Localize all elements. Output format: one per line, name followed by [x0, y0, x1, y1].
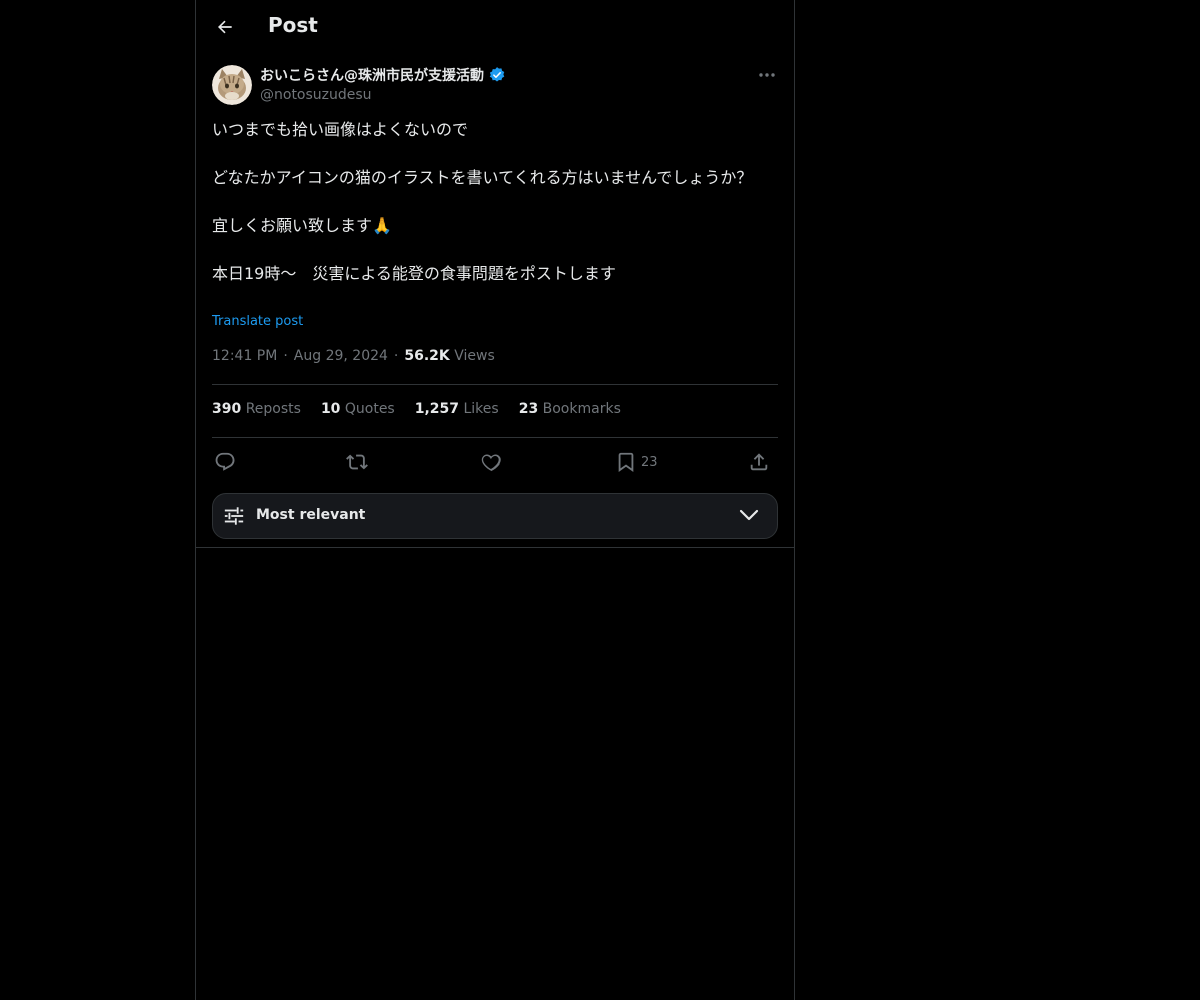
reposts-stat[interactable]: 390 Reposts	[212, 401, 301, 417]
likes-stat[interactable]: 1,257 Likes	[415, 401, 499, 417]
page-title: Post	[268, 13, 318, 37]
tweet-line: 宜しくお願い致します🙏	[212, 216, 392, 235]
sliders-icon	[223, 505, 245, 527]
more-horizontal-icon	[758, 72, 776, 78]
share-icon	[748, 451, 770, 473]
likes-label: Likes	[463, 401, 499, 417]
reply-button[interactable]	[214, 450, 236, 474]
sort-label: Most relevant	[256, 507, 366, 523]
reply-icon	[214, 451, 236, 473]
share-button[interactable]	[748, 450, 770, 474]
bookmarks-count: 23	[518, 401, 539, 417]
bookmarks-label: Bookmarks	[542, 401, 621, 417]
display-name-row: おいこらさん@珠洲市民が支援活動	[260, 64, 506, 86]
verified-badge-icon[interactable]	[488, 66, 506, 84]
meta-separator: ·	[393, 348, 399, 364]
author-handle[interactable]: @notosuzudesu	[260, 87, 506, 103]
reposts-label: Reposts	[245, 401, 301, 417]
author-block: おいこらさん@珠洲市民が支援活動 @notosuzudesu	[260, 64, 506, 103]
repost-button[interactable]	[346, 450, 368, 474]
more-options-button[interactable]	[754, 64, 780, 86]
bookmarks-stat[interactable]: 23 Bookmarks	[519, 401, 621, 417]
reposts-count: 390	[212, 401, 242, 417]
divider	[212, 437, 778, 438]
post-meta: 12:41 PM · Aug 29, 2024 · 56.2K Views	[212, 348, 495, 364]
post-column: Post おいこらさん@珠洲市民が支援活動 @notosuzudesu いつまで…	[195, 0, 795, 1000]
top-bar: Post	[196, 0, 794, 53]
display-name[interactable]: おいこらさん@珠洲市民が支援活動	[260, 65, 484, 85]
quotes-count: 10	[320, 401, 341, 417]
like-button[interactable]	[480, 450, 502, 474]
action-bar: 23	[212, 446, 778, 478]
bookmark-count: 23	[641, 454, 658, 470]
tweet-line: どなたかアイコンの猫のイラストを書いてくれる方はいませんでしょうか？	[212, 168, 753, 187]
views-label: Views	[454, 348, 495, 364]
quotes-label: Quotes	[344, 401, 395, 417]
meta-separator: ·	[283, 348, 288, 364]
repost-icon	[346, 451, 368, 473]
heart-icon	[480, 451, 502, 473]
avatar[interactable]	[212, 65, 252, 105]
arrow-left-icon	[215, 17, 235, 37]
views-count: 56.2K	[404, 348, 450, 364]
likes-count: 1,257	[414, 401, 460, 417]
divider	[212, 384, 778, 385]
translate-post-link[interactable]: Translate post	[212, 314, 303, 329]
divider	[196, 547, 794, 548]
quotes-stat[interactable]: 10 Quotes	[321, 401, 395, 417]
bookmark-button[interactable]: 23	[615, 450, 658, 474]
tweet-line: 本日19時〜 災害による能登の食事問題をポストします	[212, 264, 616, 283]
bookmark-icon	[615, 451, 637, 473]
chevron-down-icon	[739, 508, 759, 522]
back-button[interactable]	[208, 10, 242, 44]
post-date[interactable]: Aug 29, 2024	[294, 348, 388, 364]
sort-replies-dropdown[interactable]: Most relevant	[212, 493, 778, 539]
engagement-stats: 390 Reposts 10 Quotes 1,257 Likes 23 Boo…	[212, 401, 621, 417]
tweet-text: いつまでも拾い画像はよくないので どなたかアイコンの猫のイラストを書いてくれる方…	[212, 118, 772, 286]
post-time[interactable]: 12:41 PM	[212, 348, 277, 364]
tweet-line: いつまでも拾い画像はよくないので	[212, 120, 469, 139]
